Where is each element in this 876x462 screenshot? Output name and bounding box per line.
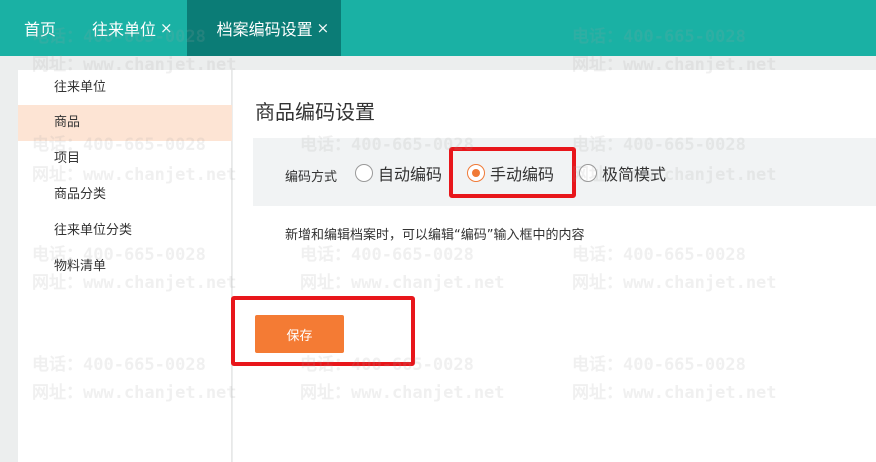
sidebar-item-products[interactable]: 商品	[18, 105, 232, 141]
sidebar-item-bom[interactable]: 物料清单	[18, 249, 232, 285]
sidebar-item-partner-categories[interactable]: 往来单位分类	[18, 213, 232, 249]
sidebar-item-label: 往来单位分类	[54, 223, 133, 238]
tab-partners-label: 往来单位	[92, 20, 157, 39]
page-title: 商品编码设置	[255, 100, 375, 124]
encoding-method-label: 编码方式	[285, 170, 338, 185]
sidebar-item-label: 项目	[54, 151, 81, 166]
sidebar: 往来单位 商品 项目 商品分类 往来单位分类 物料清单	[18, 70, 232, 462]
sidebar-item-label: 物料清单	[54, 259, 107, 274]
sidebar-item-label: 商品	[54, 115, 81, 130]
sidebar-item-projects[interactable]: 项目	[18, 141, 232, 177]
tab-archive-code-settings[interactable]: 档案编码设置 ×	[186, 0, 342, 56]
radio-minimal-mode[interactable]: 极简模式	[579, 163, 667, 184]
radio-unchecked-icon[interactable]	[355, 164, 373, 182]
main-panel: 商品编码设置 编码方式 自动编码 手动编码 极简模式 新增和编辑档案时，可以编辑…	[233, 70, 876, 462]
sidebar-item-label: 商品分类	[54, 187, 107, 202]
sidebar-item-partners[interactable]: 往来单位	[18, 70, 232, 106]
close-icon[interactable]: ×	[160, 19, 173, 37]
tab-bar: 首页 往来单位 × 档案编码设置 ×	[0, 0, 876, 56]
radio-unchecked-icon[interactable]	[579, 164, 597, 182]
tab-home-label: 首页	[24, 20, 57, 39]
hint-text: 新增和编辑档案时，可以编辑“编码”输入框中的内容	[285, 228, 585, 243]
radio-minimal-mode-label: 极简模式	[602, 165, 667, 184]
sidebar-item-label: 往来单位	[54, 80, 107, 95]
annotation-highlight-manual	[449, 147, 576, 198]
tab-partners[interactable]: 往来单位 ×	[78, 0, 187, 56]
sidebar-item-product-categories[interactable]: 商品分类	[18, 177, 232, 213]
close-icon[interactable]: ×	[317, 19, 330, 37]
radio-auto-code-label: 自动编码	[378, 165, 443, 184]
annotation-highlight-save	[231, 296, 415, 366]
tab-home[interactable]: 首页	[0, 0, 78, 56]
radio-auto-code[interactable]: 自动编码	[355, 163, 443, 184]
tab-archive-code-settings-label: 档案编码设置	[216, 20, 313, 39]
